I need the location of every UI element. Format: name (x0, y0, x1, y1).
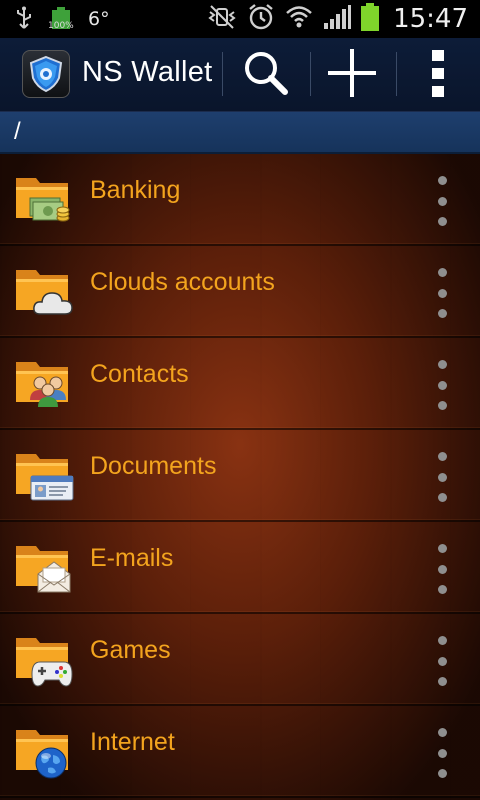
folder-list: Banking Clouds accounts Contacts Documen… (0, 154, 480, 800)
search-button[interactable] (238, 48, 294, 102)
action-divider (310, 52, 311, 96)
add-button[interactable] (324, 48, 380, 102)
shield-logo-icon[interactable] (22, 50, 70, 98)
action-divider (396, 52, 397, 96)
list-item-label: Clouds accounts (90, 268, 275, 296)
list-item-games[interactable]: Games (0, 614, 480, 706)
list-item-contacts[interactable]: Contacts (0, 338, 480, 430)
id-card-icon (30, 474, 74, 506)
status-icons: 15:47 (207, 0, 468, 38)
globe-icon (34, 746, 68, 784)
list-item-label: Documents (90, 452, 217, 480)
signal-icon (323, 4, 352, 34)
temperature-text: 6° (88, 8, 110, 30)
item-menu-button[interactable] (428, 450, 456, 504)
list-item-banking[interactable]: Banking (0, 154, 480, 246)
usb-icon (14, 0, 34, 38)
action-divider (222, 52, 223, 96)
item-menu-button[interactable] (428, 634, 456, 688)
list-item-label: Games (90, 636, 171, 664)
list-item-label: E-mails (90, 544, 174, 572)
vibrate-mute-icon (207, 4, 237, 34)
wifi-icon (285, 4, 313, 34)
battery-icon (361, 3, 380, 35)
list-item-label: Banking (90, 176, 181, 204)
clock-text: 15:47 (393, 4, 468, 34)
path-bar: / (0, 112, 480, 154)
search-icon (241, 48, 291, 102)
item-menu-button[interactable] (428, 174, 456, 228)
item-menu-button[interactable] (428, 726, 456, 780)
list-item-documents[interactable]: Documents (0, 430, 480, 522)
action-bar: NS Wallet (0, 38, 480, 112)
gamepad-icon (30, 658, 74, 692)
overflow-menu-icon (428, 48, 448, 102)
cloud-icon (32, 290, 74, 320)
item-menu-button[interactable] (428, 542, 456, 596)
list-item-label: Internet (90, 728, 175, 756)
item-menu-button[interactable] (428, 358, 456, 412)
battery-small-icon: 100% (48, 0, 74, 38)
list-item-clouds-accounts[interactable]: Clouds accounts (0, 246, 480, 338)
alarm-icon (247, 3, 275, 35)
current-path: / (14, 118, 21, 145)
banknotes-icon (28, 194, 70, 230)
list-item-e-mails[interactable]: E-mails (0, 522, 480, 614)
list-item-internet[interactable]: Internet (0, 706, 480, 798)
app-title: NS Wallet (82, 56, 213, 88)
plus-icon (326, 47, 378, 103)
status-bar: 100% 6° 15:47 (0, 0, 480, 38)
item-menu-button[interactable] (428, 266, 456, 320)
overflow-menu-button[interactable] (410, 48, 466, 102)
list-item-label: Contacts (90, 360, 189, 388)
battery-small-label: 100% (48, 21, 74, 31)
envelope-icon (36, 560, 72, 598)
people-icon (26, 374, 70, 412)
